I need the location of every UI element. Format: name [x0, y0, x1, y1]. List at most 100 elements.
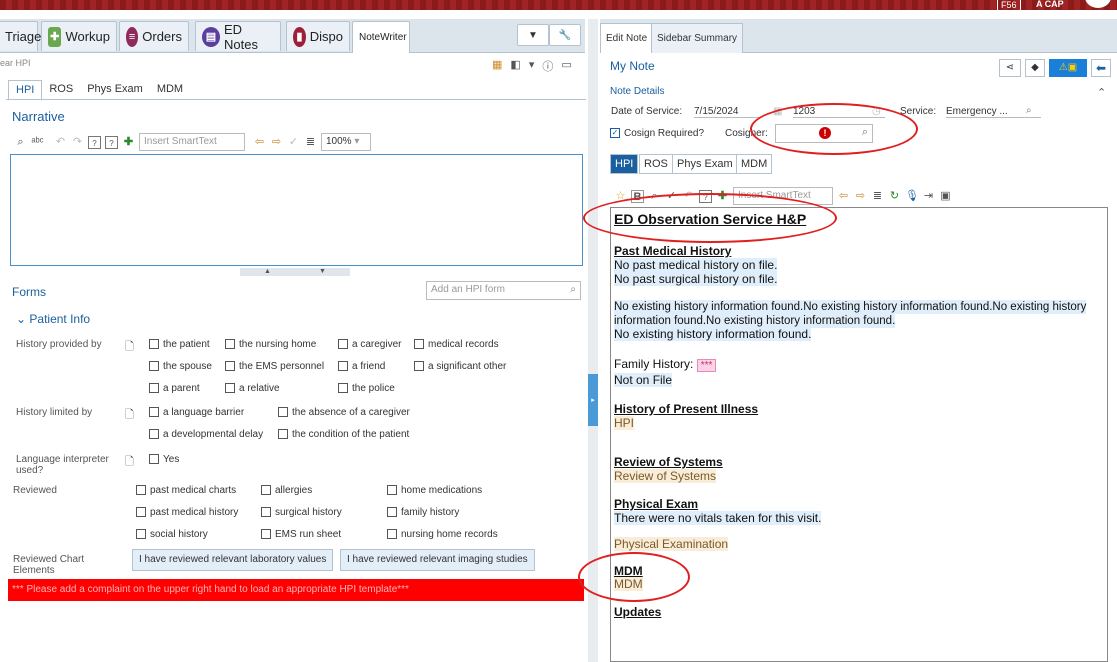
- tab-mdm[interactable]: MDM: [150, 80, 190, 101]
- smartlist-icon[interactable]: ?: [105, 135, 118, 149]
- list-icon[interactable]: ≣: [871, 190, 884, 203]
- zoom-select[interactable]: 100% ▾: [321, 133, 371, 151]
- hpi-placeholder[interactable]: HPI: [614, 416, 635, 430]
- smartlink-icon[interactable]: ?: [88, 135, 101, 149]
- arrow-left-icon[interactable]: ⇦: [253, 136, 266, 149]
- dropdown-button[interactable]: ▼: [517, 24, 549, 46]
- narrative-toolbar: ⌕ ᵃᵇᶜ ↶ ↷ ? ? ✚ Insert SmartText ⇦ ⇨ ✓ ≣…: [14, 133, 371, 151]
- redo-icon[interactable]: ↷: [71, 136, 84, 149]
- share-icon[interactable]: ⋖: [999, 59, 1021, 77]
- caret-down-icon: ▼: [528, 29, 538, 41]
- history-line-1: No existing history information found.No…: [614, 300, 1087, 314]
- document-icon[interactable]: 🗋: [125, 338, 134, 357]
- pe-placeholder[interactable]: Physical Examination: [614, 537, 729, 551]
- checkbox-condition-patient[interactable]: the condition of the patient: [278, 429, 409, 440]
- checkbox-caregiver[interactable]: a caregiver: [338, 339, 401, 350]
- chevron-right-icon: ▸: [591, 397, 595, 404]
- help-icon[interactable]: ⓘ: [542, 58, 553, 74]
- tab-hpi[interactable]: HPI: [610, 154, 639, 174]
- annotation-circle-title: [583, 193, 837, 243]
- top-button-1[interactable]: F56: [997, 0, 1021, 12]
- document-icon[interactable]: 🗋: [125, 406, 134, 425]
- smarttext-input[interactable]: Insert SmartText: [139, 133, 245, 151]
- tab-phys-exam[interactable]: Phys Exam: [80, 80, 150, 101]
- narrative-textarea[interactable]: [10, 154, 583, 266]
- tab-triage[interactable]: Triage: [0, 21, 41, 51]
- cosign-checkbox[interactable]: ✓ Cosign Required?: [610, 128, 704, 139]
- checkbox-significant-other[interactable]: a significant other: [414, 361, 506, 372]
- back-arrow-icon[interactable]: ⬅: [1091, 59, 1111, 77]
- checkbox-friend[interactable]: a friend: [338, 361, 385, 372]
- tab-edit-note[interactable]: Edit Note: [600, 23, 654, 53]
- search-icon[interactable]: ⌕: [1026, 105, 1032, 116]
- tab-workup[interactable]: ✚ Workup: [41, 21, 117, 51]
- find-icon[interactable]: ⌕: [14, 136, 27, 149]
- checkbox-parent[interactable]: a parent: [149, 383, 200, 394]
- arrow-right-icon[interactable]: ⇨: [854, 190, 867, 203]
- lab-values-button[interactable]: I have reviewed relevant laboratory valu…: [132, 549, 334, 571]
- checkbox-past-medical-charts[interactable]: past medical charts: [136, 485, 236, 496]
- checkbox-nursing-home-records[interactable]: nursing home records: [387, 529, 498, 540]
- sidebar-icon[interactable]: ◧: [510, 58, 520, 74]
- checkbox-ems-personnel[interactable]: the EMS personnel: [225, 361, 324, 372]
- alert-flag-icon[interactable]: ⚠▣: [1049, 59, 1087, 77]
- checkbox-absence-caregiver[interactable]: the absence of a caregiver: [278, 407, 410, 418]
- checkbox-past-medical-history[interactable]: past medical history: [136, 507, 238, 518]
- tab-dispo[interactable]: ▮ Dispo: [286, 21, 350, 51]
- checkbox-surgical-history[interactable]: surgical history: [261, 507, 342, 518]
- checkbox-medical-records[interactable]: medical records: [414, 339, 499, 350]
- tab-ed-notes[interactable]: ▤ ED Notes: [195, 21, 281, 52]
- checkbox-police[interactable]: the police: [338, 383, 395, 394]
- checkbox-relative[interactable]: a relative: [225, 383, 280, 394]
- tab-phys-exam[interactable]: Phys Exam: [672, 154, 738, 174]
- date-input[interactable]: 7/15/2024: [694, 106, 762, 118]
- wrench-button[interactable]: 🔧: [549, 24, 581, 46]
- checkbox-nursing-home[interactable]: the nursing home: [225, 339, 316, 350]
- tab-notewriter[interactable]: NoteWriter: [352, 21, 410, 53]
- tag-icon[interactable]: ◆: [1025, 59, 1045, 77]
- tab-sidebar-summary[interactable]: Sidebar Summary: [651, 23, 744, 53]
- hpi-heading: History of Present Illness: [614, 402, 759, 416]
- checkbox-spouse[interactable]: the spouse: [149, 361, 212, 372]
- resize-handle[interactable]: ▲ ▼: [240, 268, 350, 276]
- checkbox-family-history[interactable]: family history: [387, 507, 459, 518]
- collapse-handle[interactable]: ▸: [588, 374, 598, 426]
- add-icon[interactable]: ✚: [122, 136, 135, 149]
- arrow-right-icon[interactable]: ⇨: [270, 136, 283, 149]
- window-icon[interactable]: ▭: [561, 58, 571, 74]
- checkbox-interpreter-yes[interactable]: Yes: [149, 454, 179, 465]
- imaging-studies-button[interactable]: I have reviewed relevant imaging studies: [340, 549, 535, 571]
- checkbox-social-history[interactable]: social history: [136, 529, 208, 540]
- list-icon[interactable]: ≣: [304, 136, 317, 149]
- top-button-2[interactable]: A CAP: [1033, 0, 1067, 12]
- checkbox-language-barrier[interactable]: a language barrier: [149, 407, 244, 418]
- ed-notes-icon: ▤: [202, 26, 220, 47]
- checkbox-ems-run-sheet[interactable]: EMS run sheet: [261, 529, 341, 540]
- sign-icon[interactable]: ✓: [287, 136, 300, 149]
- layout-icon[interactable]: ▦: [492, 58, 502, 74]
- insert-icon[interactable]: ⇥: [922, 190, 935, 203]
- arrow-left-icon[interactable]: ⇦: [837, 190, 850, 203]
- spellcheck-icon[interactable]: ᵃᵇᶜ: [31, 136, 44, 149]
- checkbox-the-patient[interactable]: the patient: [149, 339, 210, 350]
- collapse-up-icon[interactable]: ⌃: [1097, 86, 1106, 99]
- hpi-form-search[interactable]: Add an HPI form ⌕: [426, 281, 581, 300]
- wildcard-field[interactable]: ***: [696, 359, 717, 372]
- refresh-icon[interactable]: ↻: [888, 190, 901, 203]
- patient-info-header[interactable]: ⌄ Patient Info: [16, 312, 90, 326]
- tab-ros[interactable]: ROS: [639, 154, 673, 174]
- checkbox-developmental-delay[interactable]: a developmental delay: [149, 429, 263, 440]
- tab-orders[interactable]: ≡ Orders: [119, 21, 189, 51]
- user-avatar[interactable]: [1085, 0, 1111, 8]
- document-icon[interactable]: 🗋: [125, 453, 134, 472]
- checkbox-home-medications[interactable]: home medications: [387, 485, 482, 496]
- checkbox-allergies[interactable]: allergies: [261, 485, 312, 496]
- tab-mdm[interactable]: MDM: [736, 154, 773, 174]
- page-icon[interactable]: ▣: [939, 190, 952, 203]
- more-caret-icon[interactable]: ▾: [529, 58, 535, 74]
- tab-ros[interactable]: ROS: [42, 80, 80, 101]
- tab-hpi[interactable]: HPI: [8, 80, 43, 101]
- undo-icon[interactable]: ↶: [54, 136, 67, 149]
- microphone-icon[interactable]: 🎙: [905, 190, 919, 203]
- ros-placeholder[interactable]: Review of Systems: [614, 469, 717, 483]
